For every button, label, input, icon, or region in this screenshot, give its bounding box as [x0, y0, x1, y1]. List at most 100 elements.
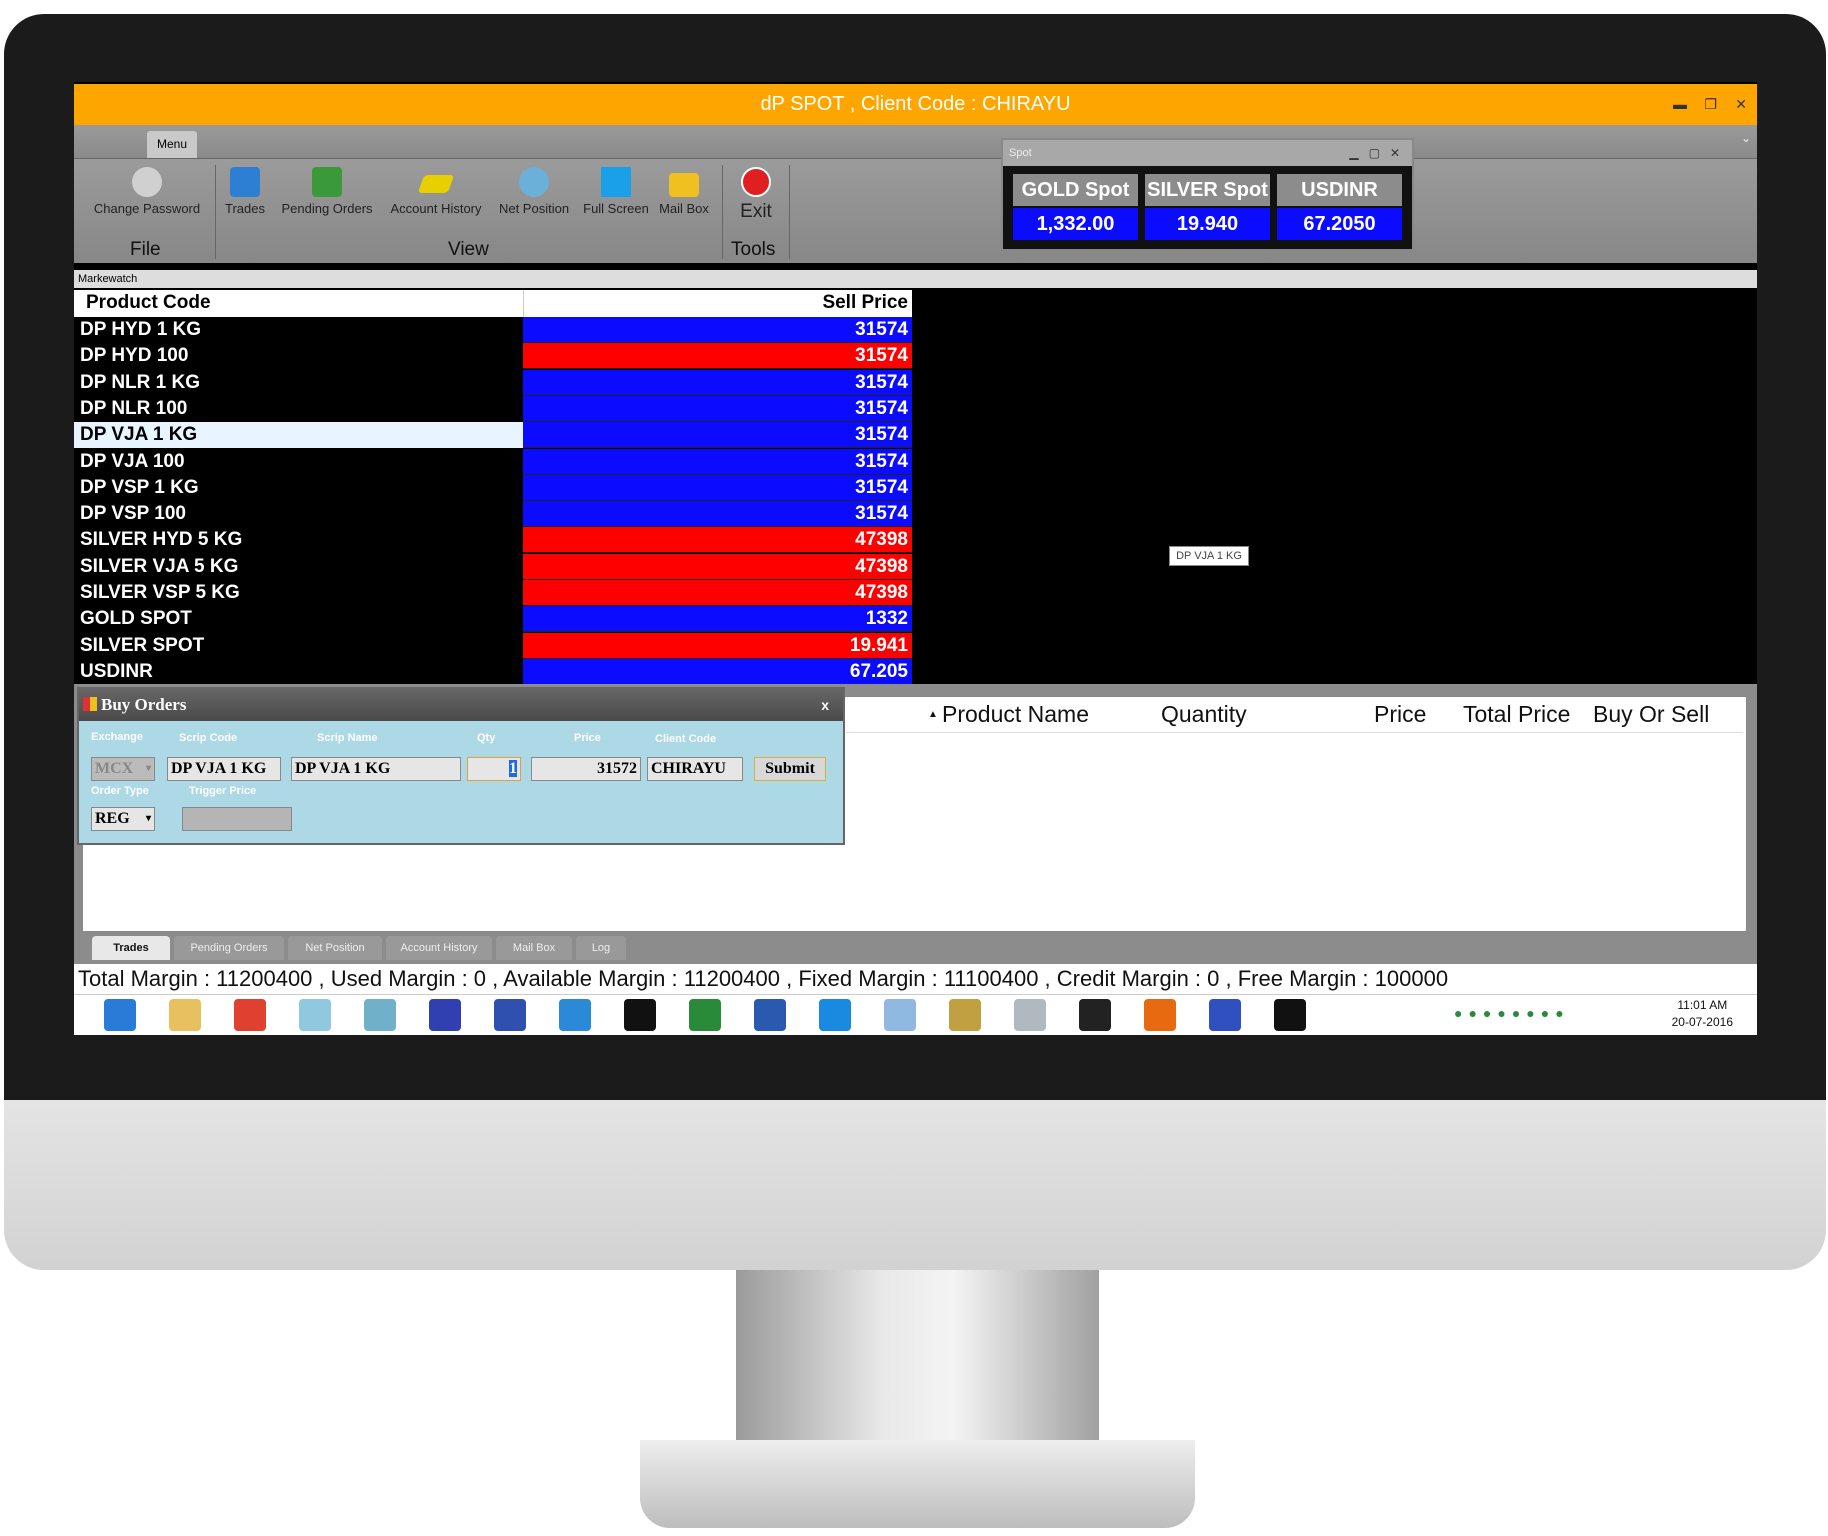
word-icon[interactable] — [754, 999, 786, 1031]
sphere-icon[interactable] — [1274, 999, 1306, 1031]
ribbon-collapse-icon[interactable]: ⌄ — [1741, 131, 1751, 145]
teamviewer-icon[interactable] — [819, 999, 851, 1031]
order-type-label: Order Type — [91, 785, 149, 797]
marketwatch-header: Product Code Sell Price — [74, 290, 912, 317]
marketwatch-row[interactable]: USDINR 67.205 — [74, 658, 912, 685]
qty-input[interactable]: 1 — [467, 757, 521, 781]
gold-spot-tile: GOLD Spot 1,332.00 — [1013, 174, 1138, 240]
spot-title: Spot — [1009, 147, 1032, 159]
network-connect-icon[interactable] — [1209, 999, 1241, 1031]
marketwatch-row[interactable]: DP HYD 1 KG 31574 — [74, 317, 912, 343]
gold-bar-icon — [417, 175, 455, 193]
tooltip: DP VJA 1 KG — [1169, 546, 1249, 566]
tools-icon[interactable] — [949, 999, 981, 1031]
notepad-icon[interactable] — [299, 999, 331, 1031]
tab-log[interactable]: Log — [576, 936, 626, 960]
system-tray-icons[interactable]: ●●●●●●●● — [1454, 1005, 1570, 1021]
exit-button[interactable]: Exit — [726, 167, 786, 223]
marketwatch-row[interactable]: SILVER HYD 5 KG 47398 — [74, 527, 912, 554]
column-header-sell[interactable]: Sell Price — [523, 290, 912, 317]
exchange-select[interactable]: MCX ▾ — [91, 757, 155, 781]
sell-price: 31574 — [523, 395, 912, 422]
infinity-icon[interactable] — [429, 999, 461, 1031]
product-code: DP VSP 100 — [80, 503, 186, 525]
ribbon-tab-bar: Menu ⌄ — [74, 125, 1757, 158]
column-header[interactable]: Product Name — [942, 701, 1089, 728]
button-label: Change Password — [93, 201, 201, 216]
qty-label: Qty — [477, 732, 496, 744]
tab-pending-orders[interactable]: Pending Orders — [174, 936, 284, 960]
button-label: Trades — [225, 201, 265, 216]
restore-button[interactable]: ❐ — [1704, 84, 1717, 125]
order-type-select[interactable]: REG ▾ — [91, 807, 155, 831]
spot-title-bar: Spot ▁ ▢ ✕ — [1003, 140, 1412, 166]
column-header-product[interactable]: Product Code — [86, 292, 211, 314]
column-header[interactable]: Price — [1374, 701, 1426, 728]
calculator-icon[interactable] — [884, 999, 916, 1031]
card-icon[interactable] — [559, 999, 591, 1031]
scanner-icon[interactable] — [1014, 999, 1046, 1031]
price-input[interactable]: 31572 — [531, 757, 641, 781]
column-header[interactable]: Total Price — [1463, 701, 1570, 728]
product-code: DP VJA 1 KG — [80, 424, 198, 446]
usdinr-tile: USDINR 67.2050 — [1277, 174, 1402, 240]
tab-trades[interactable]: Trades — [92, 936, 170, 960]
trades-button[interactable]: Trades — [222, 167, 268, 216]
marketwatch-row[interactable]: SILVER VJA 5 KG 47398 — [74, 553, 912, 580]
tab-net-position[interactable]: Net Position — [288, 936, 382, 960]
marketwatch-row[interactable]: GOLD SPOT 1332 — [74, 606, 912, 633]
chrome-icon[interactable] — [234, 999, 266, 1031]
buy-orders-dialog: Buy Orders x Exchange Scrip Code Scrip N… — [77, 687, 845, 845]
monitor-base — [640, 1440, 1195, 1528]
product-code: DP NLR 1 KG — [80, 371, 201, 393]
spot-name: USDINR — [1277, 174, 1402, 206]
account-history-button[interactable]: Account History — [386, 167, 486, 216]
bottom-tabs: Trades Pending Orders Net Position Accou… — [74, 932, 1757, 960]
scrip-code-field[interactable]: DP VJA 1 KG — [167, 757, 281, 781]
full-screen-button[interactable]: Full Screen — [582, 167, 650, 216]
trigger-price-input[interactable] — [182, 807, 292, 831]
sell-price: 19.941 — [523, 632, 912, 659]
taskbar: ●●●●●●●● 11:01 AM 20-07-2016 — [74, 994, 1757, 1035]
column-header[interactable]: Quantity — [1161, 701, 1247, 728]
marketwatch-row[interactable]: DP VSP 100 31574 — [74, 501, 912, 528]
net-position-button[interactable]: Net Position — [495, 167, 573, 216]
firefox-icon[interactable] — [1144, 999, 1176, 1031]
terminal-icon[interactable] — [624, 999, 656, 1031]
close-dialog-button[interactable]: x — [821, 689, 829, 721]
marketwatch-row[interactable]: SILVER SPOT 19.941 — [74, 632, 912, 659]
clock[interactable]: 11:01 AM 20-07-2016 — [1672, 997, 1733, 1031]
tab-mail-box[interactable]: Mail Box — [496, 936, 572, 960]
bulb-icon[interactable] — [1079, 999, 1111, 1031]
pending-orders-button[interactable]: Pending Orders — [278, 167, 376, 216]
marketwatch-row[interactable]: SILVER VSP 5 KG 47398 — [74, 580, 912, 606]
buildings-icon[interactable] — [364, 999, 396, 1031]
marketwatch-row[interactable]: DP NLR 1 KG 31574 — [74, 369, 912, 396]
change-password-button[interactable]: Change Password — [92, 167, 202, 216]
spot-window-controls[interactable]: ▁ ▢ ✕ — [1349, 140, 1400, 166]
network-icon[interactable] — [104, 999, 136, 1031]
computer-icon[interactable] — [494, 999, 526, 1031]
scrip-name-field[interactable]: DP VJA 1 KG — [291, 757, 461, 781]
mail-box-button[interactable]: Mail Box — [656, 167, 712, 216]
marketwatch-row[interactable]: DP HYD 100 31574 — [74, 343, 912, 370]
file-explorer-icon[interactable] — [169, 999, 201, 1031]
submit-button[interactable]: Submit — [754, 757, 826, 781]
client-code-field[interactable]: CHIRAYU — [647, 757, 743, 781]
tab-account-history[interactable]: Account History — [386, 936, 492, 960]
marketwatch-row[interactable]: DP VSP 1 KG 31574 — [74, 474, 912, 501]
marketwatch-label: Markewatch — [74, 270, 1757, 288]
app-window: dP SPOT , Client Code : CHIRAYU ▬ ❐ ✕ Me… — [74, 82, 1757, 1035]
clock-time: 11:01 AM — [1677, 998, 1728, 1012]
product-code: SILVER VSP 5 KG — [80, 582, 240, 603]
marketwatch-row[interactable]: DP NLR 100 31574 — [74, 395, 912, 422]
minimize-button[interactable]: ▬ — [1673, 84, 1687, 125]
marketwatch-row[interactable]: DP VJA 100 31574 — [74, 448, 912, 475]
column-header[interactable]: Buy Or Sell — [1593, 701, 1709, 728]
excel-icon[interactable] — [689, 999, 721, 1031]
marketwatch-row[interactable]: DP VJA 1 KG 31574 — [74, 422, 912, 449]
sell-price: 47398 — [523, 527, 912, 554]
tab-menu[interactable]: Menu — [147, 131, 197, 158]
chevron-down-icon: ▾ — [145, 813, 151, 824]
close-button[interactable]: ✕ — [1735, 84, 1747, 125]
